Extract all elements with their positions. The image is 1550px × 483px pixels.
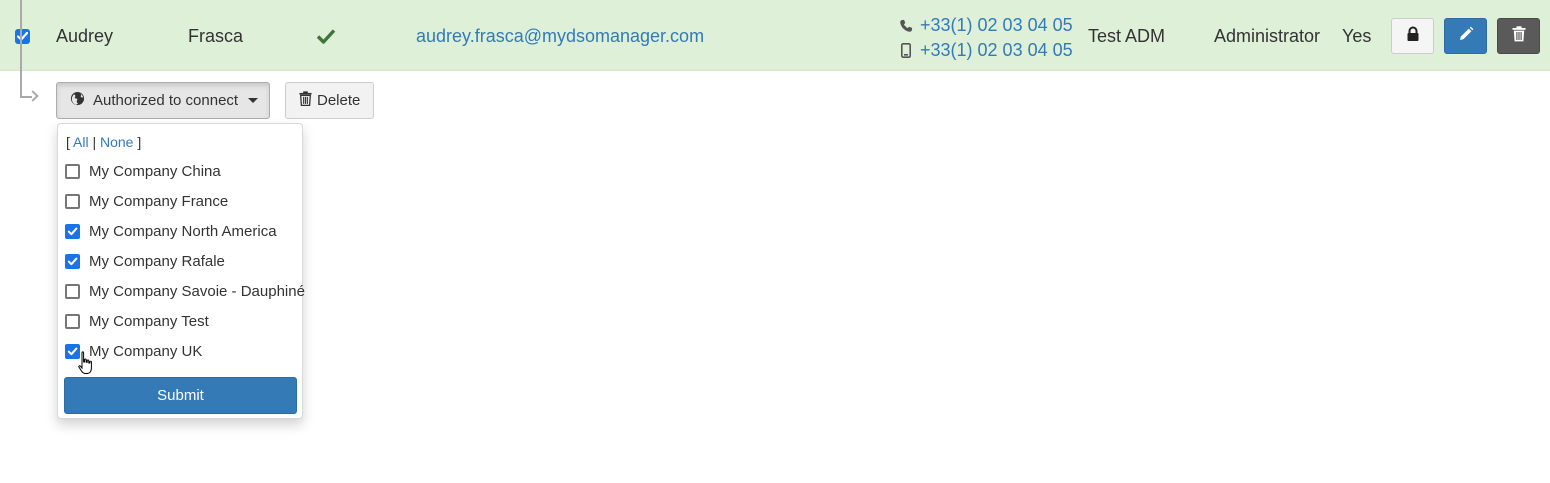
select-all-none: [ All | None ] bbox=[66, 134, 141, 150]
option-my-company-savoie-dauphine[interactable]: My Company Savoie - Dauphiné bbox=[65, 281, 305, 301]
option-label: My Company UK bbox=[89, 342, 203, 360]
option-my-company-france[interactable]: My Company France bbox=[65, 191, 228, 211]
company-name: Test ADM bbox=[1088, 26, 1166, 46]
trash-icon bbox=[299, 91, 312, 110]
phone-icon bbox=[898, 18, 914, 34]
check-icon bbox=[316, 27, 336, 50]
user-row[interactable]: Audrey Frasca audrey.frasca@mydsomanager… bbox=[0, 0, 1550, 71]
caret-down-icon bbox=[248, 98, 259, 103]
checkbox[interactable] bbox=[65, 283, 80, 299]
first-name: Audrey bbox=[56, 26, 114, 46]
phone-numbers: +33(1) 02 03 04 05 +33(1) 02 03 04 05 bbox=[898, 13, 1073, 63]
option-my-company-china[interactable]: My Company China bbox=[65, 161, 221, 181]
option-label: My Company France bbox=[89, 192, 229, 210]
mobile-icon bbox=[898, 43, 914, 59]
email-link[interactable]: audrey.frasca@mydsomanager.com bbox=[416, 26, 704, 46]
trash-icon bbox=[1512, 25, 1526, 47]
phone-line: +33(1) 02 03 04 05 bbox=[898, 13, 1073, 38]
lock-button[interactable] bbox=[1391, 18, 1434, 54]
checkbox[interactable] bbox=[65, 193, 80, 209]
checkbox[interactable] bbox=[65, 163, 80, 179]
option-my-company-rafale[interactable]: My Company Rafale bbox=[65, 251, 225, 271]
edit-button[interactable] bbox=[1444, 18, 1487, 54]
tree-arrow-icon bbox=[27, 90, 39, 102]
hand-cursor-icon bbox=[78, 351, 96, 382]
option-label: My Company North America bbox=[89, 222, 277, 240]
option-label: My Company Test bbox=[89, 312, 209, 330]
phone-number[interactable]: +33(1) 02 03 04 05 bbox=[920, 15, 1073, 36]
delete-label: Delete bbox=[317, 92, 361, 109]
option-my-company-test[interactable]: My Company Test bbox=[65, 311, 209, 331]
option-label: My Company Rafale bbox=[89, 252, 225, 270]
mobile-number[interactable]: +33(1) 02 03 04 05 bbox=[920, 40, 1073, 61]
mobile-line: +33(1) 02 03 04 05 bbox=[898, 38, 1073, 63]
role: Administrator bbox=[1214, 26, 1321, 46]
pencil-icon bbox=[1458, 26, 1474, 47]
submit-button[interactable]: Submit bbox=[64, 377, 297, 414]
separator: | bbox=[92, 134, 97, 150]
globe-icon bbox=[70, 91, 85, 110]
page: Audrey Frasca audrey.frasca@mydsomanager… bbox=[0, 0, 1550, 483]
bracket-close: ] bbox=[137, 134, 142, 150]
authorized-label: Authorized to connect bbox=[93, 92, 239, 109]
checkbox[interactable] bbox=[65, 223, 80, 239]
select-all-link[interactable]: All bbox=[73, 134, 89, 150]
lock-icon bbox=[1406, 26, 1420, 47]
delete-button[interactable]: Delete bbox=[285, 82, 374, 119]
delete-user-button[interactable] bbox=[1497, 18, 1540, 54]
select-none-link[interactable]: None bbox=[100, 134, 133, 150]
checkbox[interactable] bbox=[65, 313, 80, 329]
row-select-checkbox[interactable] bbox=[15, 29, 30, 44]
bracket-open: [ bbox=[66, 134, 70, 150]
option-label: My Company Savoie - Dauphiné bbox=[89, 282, 305, 300]
checkbox[interactable] bbox=[65, 253, 80, 269]
option-my-company-north-america[interactable]: My Company North America bbox=[65, 221, 277, 241]
tree-connector-line bbox=[20, 0, 22, 97]
active-flag: Yes bbox=[1342, 26, 1372, 46]
authorized-to-connect-dropdown-button[interactable]: Authorized to connect bbox=[56, 82, 270, 119]
option-label: My Company China bbox=[89, 162, 221, 180]
last-name: Frasca bbox=[188, 26, 244, 46]
